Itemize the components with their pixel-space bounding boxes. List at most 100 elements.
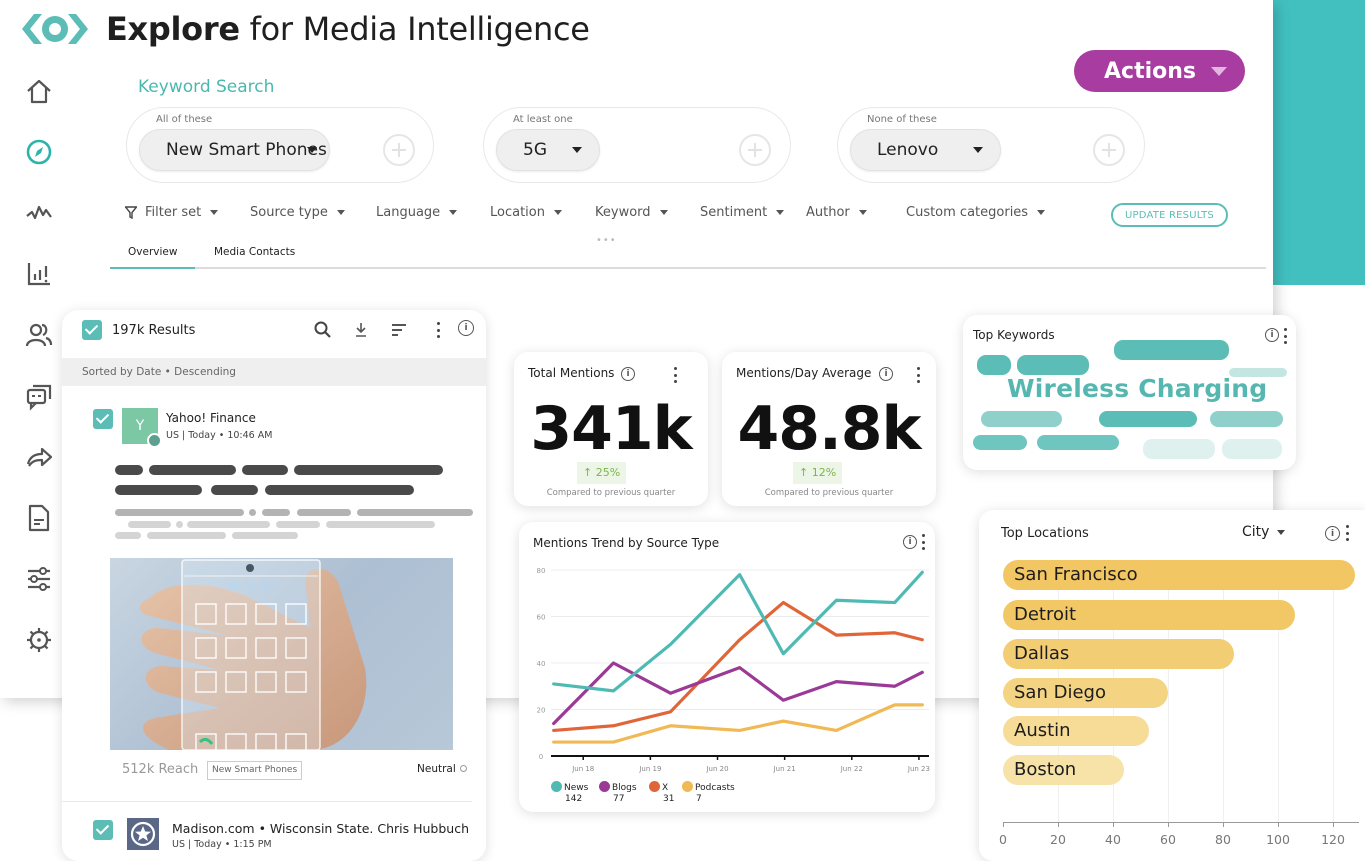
sentiment-text: Neutral [417,763,456,775]
more-options-icon[interactable] [1344,525,1350,541]
keyword-pill[interactable] [981,411,1062,427]
info-icon[interactable]: i [458,320,474,336]
news-badge-icon [147,433,162,448]
keyword-tag[interactable]: New Smart Phones [207,761,303,780]
keyword-pill[interactable] [1222,439,1282,459]
keyword-pill[interactable] [973,435,1027,450]
info-icon[interactable]: i [1265,328,1279,342]
keyword-chip-all[interactable]: New Smart Phones [139,129,330,171]
legend-total: 7 [696,794,702,804]
keyword-pill[interactable] [977,355,1011,375]
x-tick-label: Jun 18 [571,765,594,773]
info-icon[interactable]: i [621,367,635,381]
group-label: All of these [156,114,213,125]
filter-sentiment[interactable]: Sentiment [700,205,785,220]
share-icon [26,447,53,467]
tab-overview[interactable]: Overview [109,246,197,269]
keyword-pill[interactable] [1210,411,1283,427]
more-options-icon[interactable] [435,322,441,338]
search-button[interactable] [313,320,333,340]
sidebar-item-explore[interactable] [20,133,58,171]
featured-keyword[interactable]: Wireless Charging [1007,374,1267,403]
filter-label: Location [490,205,545,220]
add-keyword-button[interactable] [383,134,415,166]
filter-location[interactable]: Location [490,205,562,220]
select-all-checkbox[interactable] [82,320,102,340]
keyword-pill[interactable] [1114,340,1229,360]
search-icon [314,321,331,338]
article-image[interactable]: 09:20 AM [110,558,453,750]
location-bar[interactable]: Austin [1003,716,1149,746]
caret-down-icon [659,210,668,215]
legend-swatch [599,781,610,792]
sidebar-item-engage[interactable] [20,377,58,415]
funnel-icon [125,206,137,219]
add-keyword-button[interactable] [1093,134,1125,166]
result-checkbox[interactable] [93,409,113,429]
x-tick-label: Jun 22 [840,765,863,773]
sidebar-item-settings[interactable] [20,621,58,659]
filter-set-dropdown[interactable]: Filter set [125,205,219,220]
sidebar-item-reports[interactable] [20,499,58,537]
legend-item-news[interactable]: News 142 [551,781,588,804]
sidebar-item-home[interactable] [20,72,58,110]
location-bar[interactable]: Detroit [1003,600,1295,630]
actions-button[interactable]: Actions [1074,50,1245,92]
more-options-icon[interactable] [1282,328,1288,344]
result-checkbox[interactable] [93,820,113,840]
filter-source-type[interactable]: Source type [250,205,345,220]
tab-media-contacts[interactable]: Media Contacts [214,246,295,258]
caret-down-icon [572,147,582,153]
keyword-chip-none[interactable]: Lenovo [850,129,1001,171]
mentions-per-day-card: Mentions/Day Average i 48.8k ↑ 12% Compa… [722,352,936,506]
star-icon [130,821,156,847]
keyword-pill[interactable] [1037,435,1119,450]
legend-item-podcasts[interactable]: Podcasts 7 [682,781,735,804]
source-name[interactable]: Yahoo! Finance [166,411,256,425]
legend-item-blogs[interactable]: Blogs 77 [599,781,637,804]
keyword-pill[interactable] [1017,355,1089,375]
filter-author[interactable]: Author [806,205,867,220]
keyword-pill[interactable] [1099,411,1197,427]
keyword-search-label: Keyword Search [138,77,275,97]
legend-total: 142 [565,794,583,804]
sidebar-item-contacts[interactable] [20,316,58,354]
source-name[interactable]: Madison.com • Wisconsin State. Chris Hub… [172,821,469,836]
location-type-dropdown[interactable]: City [1242,524,1286,540]
series-line-news [552,570,924,693]
filter-keyword[interactable]: Keyword [595,205,668,220]
caret-down-icon [210,210,219,215]
keyword-group-none: None of these Lenovo [837,107,1145,183]
update-results-button[interactable]: UPDATE RESULTS [1111,203,1228,227]
location-bar[interactable]: Boston [1003,755,1124,785]
source-avatar [127,818,159,850]
stat-value: 341k [530,394,692,464]
sort-status: Sorted by Date • Descending [62,358,486,386]
filter-language[interactable]: Language [376,205,458,220]
location-bar[interactable]: San Francisco [1003,560,1355,590]
keyword-pill[interactable] [1143,439,1215,459]
filter-custom-categories[interactable]: Custom categories [906,205,1046,220]
sidebar-item-analytics[interactable] [20,255,58,293]
location-bar[interactable]: San Diego [1003,678,1168,708]
y-tick-label: 60 [537,614,546,622]
keyword-chip-at-least-one[interactable]: 5G [496,129,600,171]
sidebar-item-distribute[interactable] [20,438,58,476]
image-clock-text: 09:20 AM [227,581,275,593]
location-bar[interactable]: Dallas [1003,639,1234,669]
keyword-group-all: All of these New Smart Phones [126,107,434,183]
download-button[interactable] [351,320,371,340]
sidebar-item-filters[interactable] [20,560,58,598]
info-icon[interactable]: i [1325,526,1340,541]
sort-button[interactable] [389,320,409,340]
caret-down-icon [858,210,867,215]
sliders-icon [28,567,50,591]
add-keyword-button[interactable] [739,134,771,166]
more-options-icon[interactable] [672,367,678,383]
delta-badge: ↑ 25% [577,462,627,484]
info-icon[interactable]: i [879,367,893,381]
bar-chart-icon [27,263,50,286]
legend-item-x[interactable]: X 31 [649,781,674,804]
more-options-icon[interactable] [915,367,921,383]
filter-label: Filter set [145,205,202,220]
